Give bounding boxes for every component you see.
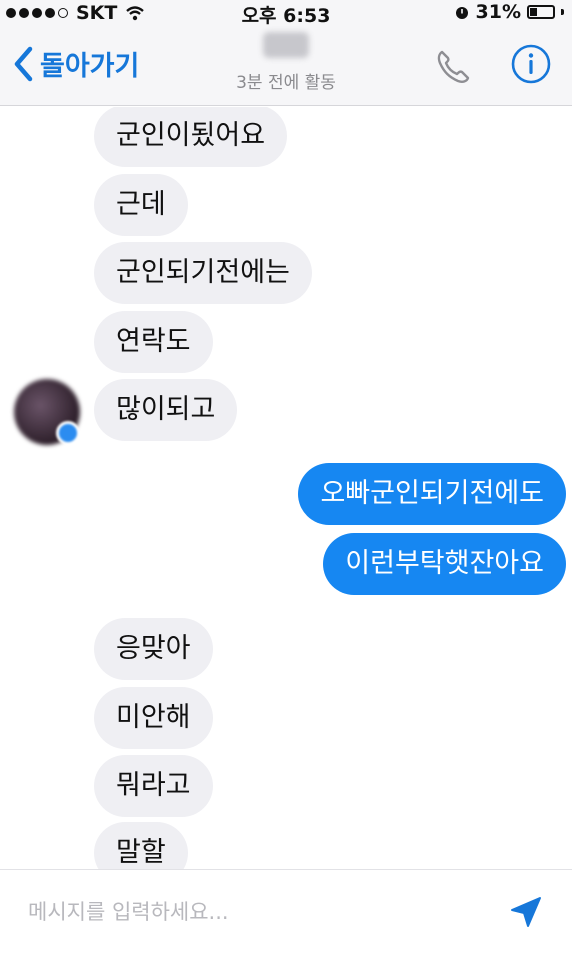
info-icon — [511, 44, 551, 84]
messenger-badge-icon — [56, 421, 80, 445]
message-bubble-incoming: 연락도 — [94, 311, 213, 373]
message-composer — [0, 869, 572, 960]
message-bubble-incoming: 많이되고 — [94, 379, 238, 441]
message-bubble-incoming: 군인이됬어요 — [94, 107, 288, 167]
status-bar: SKT 오후 6:53 31% — [0, 0, 572, 27]
battery-percent: 31% — [475, 1, 521, 23]
phone-button[interactable] — [432, 46, 474, 92]
alarm-icon — [455, 7, 468, 19]
message-bubble-incoming: 군인되기전에는 — [94, 242, 312, 304]
contact-status: 3분 전에 활동 — [236, 73, 336, 93]
conversation-header: 돌아가기 3분 전에 활동 — [0, 26, 572, 106]
message-list[interactable]: 군인이됬어요 근데 군인되기전에는 연락도 많이되고 오빠군인되기전에도 이런부… — [0, 107, 572, 869]
message-bubble-incoming: 응맞아 — [94, 618, 213, 680]
battery-level — [530, 8, 537, 16]
message-bubble-incoming: 뭐라고 — [94, 755, 213, 817]
message-bubble-outgoing: 이런부탁햇잔아요 — [323, 533, 566, 595]
message-bubble-incoming: 근데 — [94, 174, 188, 236]
contact-info[interactable]: 3분 전에 활동 — [0, 32, 572, 93]
message-bubble-incoming: 미안해 — [94, 687, 213, 749]
message-bubble-incoming: 말할 — [94, 822, 188, 869]
message-bubble-outgoing: 오빠군인되기전에도 — [298, 463, 566, 525]
contact-name-redacted — [263, 32, 309, 58]
status-right: 31% — [454, 1, 564, 23]
send-icon — [511, 897, 541, 927]
phone-icon — [437, 50, 470, 83]
battery-icon — [527, 5, 555, 19]
message-input[interactable] — [28, 896, 488, 928]
battery-tip — [561, 9, 564, 15]
info-button[interactable] — [510, 43, 552, 89]
send-button[interactable] — [508, 894, 544, 934]
